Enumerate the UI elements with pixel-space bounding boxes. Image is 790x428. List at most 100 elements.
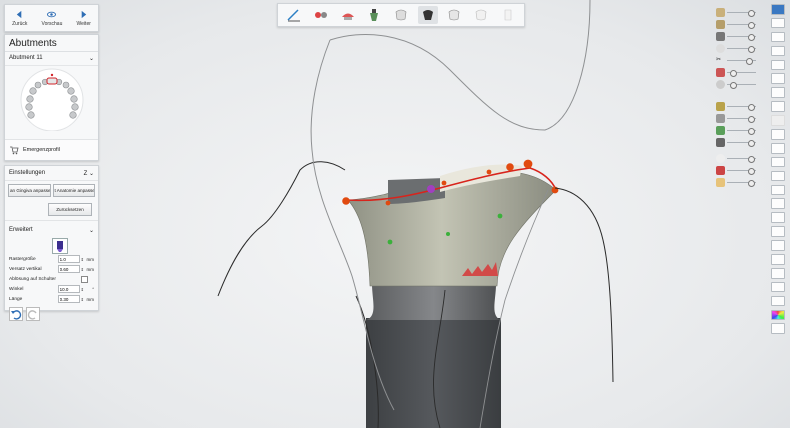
tool-tooth-4[interactable] [498, 6, 518, 24]
abutments-title: Abutments [5, 35, 98, 52]
grid-size-input[interactable] [57, 255, 80, 263]
right-toolbar [771, 4, 787, 335]
angle-row: Winkel ⇕ ° [5, 284, 98, 294]
gingiva-curve [554, 187, 614, 383]
visibility-slider[interactable] [716, 178, 758, 188]
tool-tooth-3[interactable] [471, 6, 491, 24]
view-front-button[interactable] [771, 4, 785, 15]
control-point[interactable] [385, 200, 391, 206]
control-point[interactable] [441, 180, 447, 186]
tool-tooth-2[interactable] [444, 6, 464, 24]
visibility-slider[interactable] [716, 166, 758, 176]
tooth-library-button[interactable] [771, 170, 785, 182]
shoulder-label: Ablösung auf Schulter [9, 276, 56, 282]
face-icon [716, 178, 725, 187]
green-point[interactable] [497, 213, 503, 219]
length-input[interactable] [57, 295, 80, 303]
visibility-slider[interactable] [716, 102, 758, 112]
tool-gingiva[interactable] [338, 6, 358, 24]
angle-label: Winkel [9, 286, 24, 292]
adapt-gingiva-button[interactable]: an Gingiva anpassen [8, 184, 51, 197]
add-material-button[interactable] [771, 87, 785, 98]
redo-button[interactable] [26, 307, 40, 321]
abutment-select[interactable]: Abutment 11 ⌄ [5, 52, 98, 66]
control-point[interactable] [342, 197, 350, 205]
workflow-toolbar [277, 3, 525, 27]
brush-icon [57, 241, 63, 252]
length-label: Länge [9, 296, 23, 302]
visibility-slider[interactable] [716, 114, 758, 124]
visibility-slider[interactable] [716, 80, 758, 90]
disabled-tool-button[interactable] [771, 115, 785, 126]
green-point[interactable] [446, 232, 450, 236]
abutment-select-value: Abutment 11 [9, 55, 43, 61]
tool-implant[interactable] [364, 6, 384, 24]
angle-unit: ° [92, 286, 94, 292]
undo-button[interactable] [9, 307, 23, 321]
length-row: Länge ⇕ mm [5, 294, 98, 304]
shoulder-checkbox[interactable] [81, 275, 88, 283]
visibility-slider[interactable] [716, 68, 758, 78]
alert-button[interactable] [771, 184, 785, 196]
clipping-button[interactable] [771, 212, 785, 223]
wax-knife-button[interactable] [771, 59, 785, 71]
attachment-button[interactable] [771, 129, 785, 140]
control-point[interactable] [506, 163, 514, 171]
control-point[interactable] [551, 186, 559, 194]
remove-material-button[interactable] [771, 101, 785, 112]
color-wheel-button[interactable] [771, 309, 785, 321]
back-button[interactable]: Zurück [12, 10, 27, 27]
settings-header[interactable]: Einstellungen Z ⌄ [5, 166, 98, 181]
camera-button[interactable] [771, 323, 785, 335]
layers-button[interactable] [771, 240, 785, 251]
freeform-tool-button[interactable] [771, 45, 785, 57]
control-point[interactable] [523, 159, 533, 169]
emergence-profile-step[interactable]: Emergenzprofil [5, 139, 98, 160]
jaw-selector[interactable] [19, 65, 85, 131]
visibility-slider[interactable] [716, 126, 758, 136]
chevron-down-icon: ⌄ [88, 56, 94, 62]
control-point[interactable] [486, 169, 492, 175]
view-top-button[interactable] [771, 31, 785, 43]
abutments-panel: Abutments Abutment 11 ⌄ Emergenzprofil [4, 34, 99, 161]
person-button[interactable] [771, 295, 785, 307]
visibility-slider[interactable] [716, 44, 758, 54]
screenshot-button[interactable] [771, 226, 785, 237]
visibility-slider[interactable] [716, 138, 758, 148]
contact-button[interactable] [771, 281, 785, 293]
vertical-offset-row: Versatz vertikal ⇕ mm [5, 264, 98, 274]
tool-insertion[interactable] [311, 6, 331, 24]
smooth-tool-button[interactable] [771, 73, 785, 85]
advanced-header[interactable]: Erweitert ⌄ [5, 220, 98, 236]
length-unit: mm [86, 296, 95, 302]
angle-input[interactable] [57, 285, 80, 293]
next-button[interactable]: Weiter [77, 10, 91, 27]
measure-button[interactable] [771, 198, 785, 210]
tool-tooth-1[interactable] [391, 6, 411, 24]
library-button[interactable] [771, 156, 785, 168]
brush-tool-button[interactable] [52, 238, 68, 254]
visibility-slider[interactable] [716, 32, 758, 42]
connector-button[interactable] [771, 142, 785, 154]
3d-viewport[interactable] [0, 0, 790, 428]
tool-abutment[interactable] [417, 6, 438, 24]
view-grid-button[interactable] [771, 17, 785, 29]
navigation-panel: Zurück Vorschau Weiter [4, 4, 99, 32]
visibility-slider[interactable] [716, 8, 758, 18]
preview-button[interactable]: Vorschau [42, 10, 62, 27]
visibility-slider[interactable] [716, 20, 758, 30]
distance-button[interactable] [771, 267, 785, 279]
tooth-icon [395, 9, 407, 21]
control-point-purple[interactable] [427, 185, 435, 193]
reset-button[interactable]: Zurücksetzen [48, 203, 92, 216]
axis-select[interactable]: Z ⌄ [84, 170, 94, 177]
green-point[interactable] [387, 239, 393, 245]
adapt-anatomy-button[interactable]: t Anatomie anpassen [52, 184, 95, 197]
jaw-upper-icon [716, 8, 725, 17]
tool-margin[interactable] [284, 6, 304, 24]
vertical-offset-input[interactable] [57, 265, 80, 273]
checkmark-button[interactable] [771, 254, 785, 265]
grid-size-unit: mm [86, 256, 95, 262]
visibility-slider[interactable]: ✂ [716, 56, 758, 66]
visibility-slider[interactable] [716, 154, 758, 164]
